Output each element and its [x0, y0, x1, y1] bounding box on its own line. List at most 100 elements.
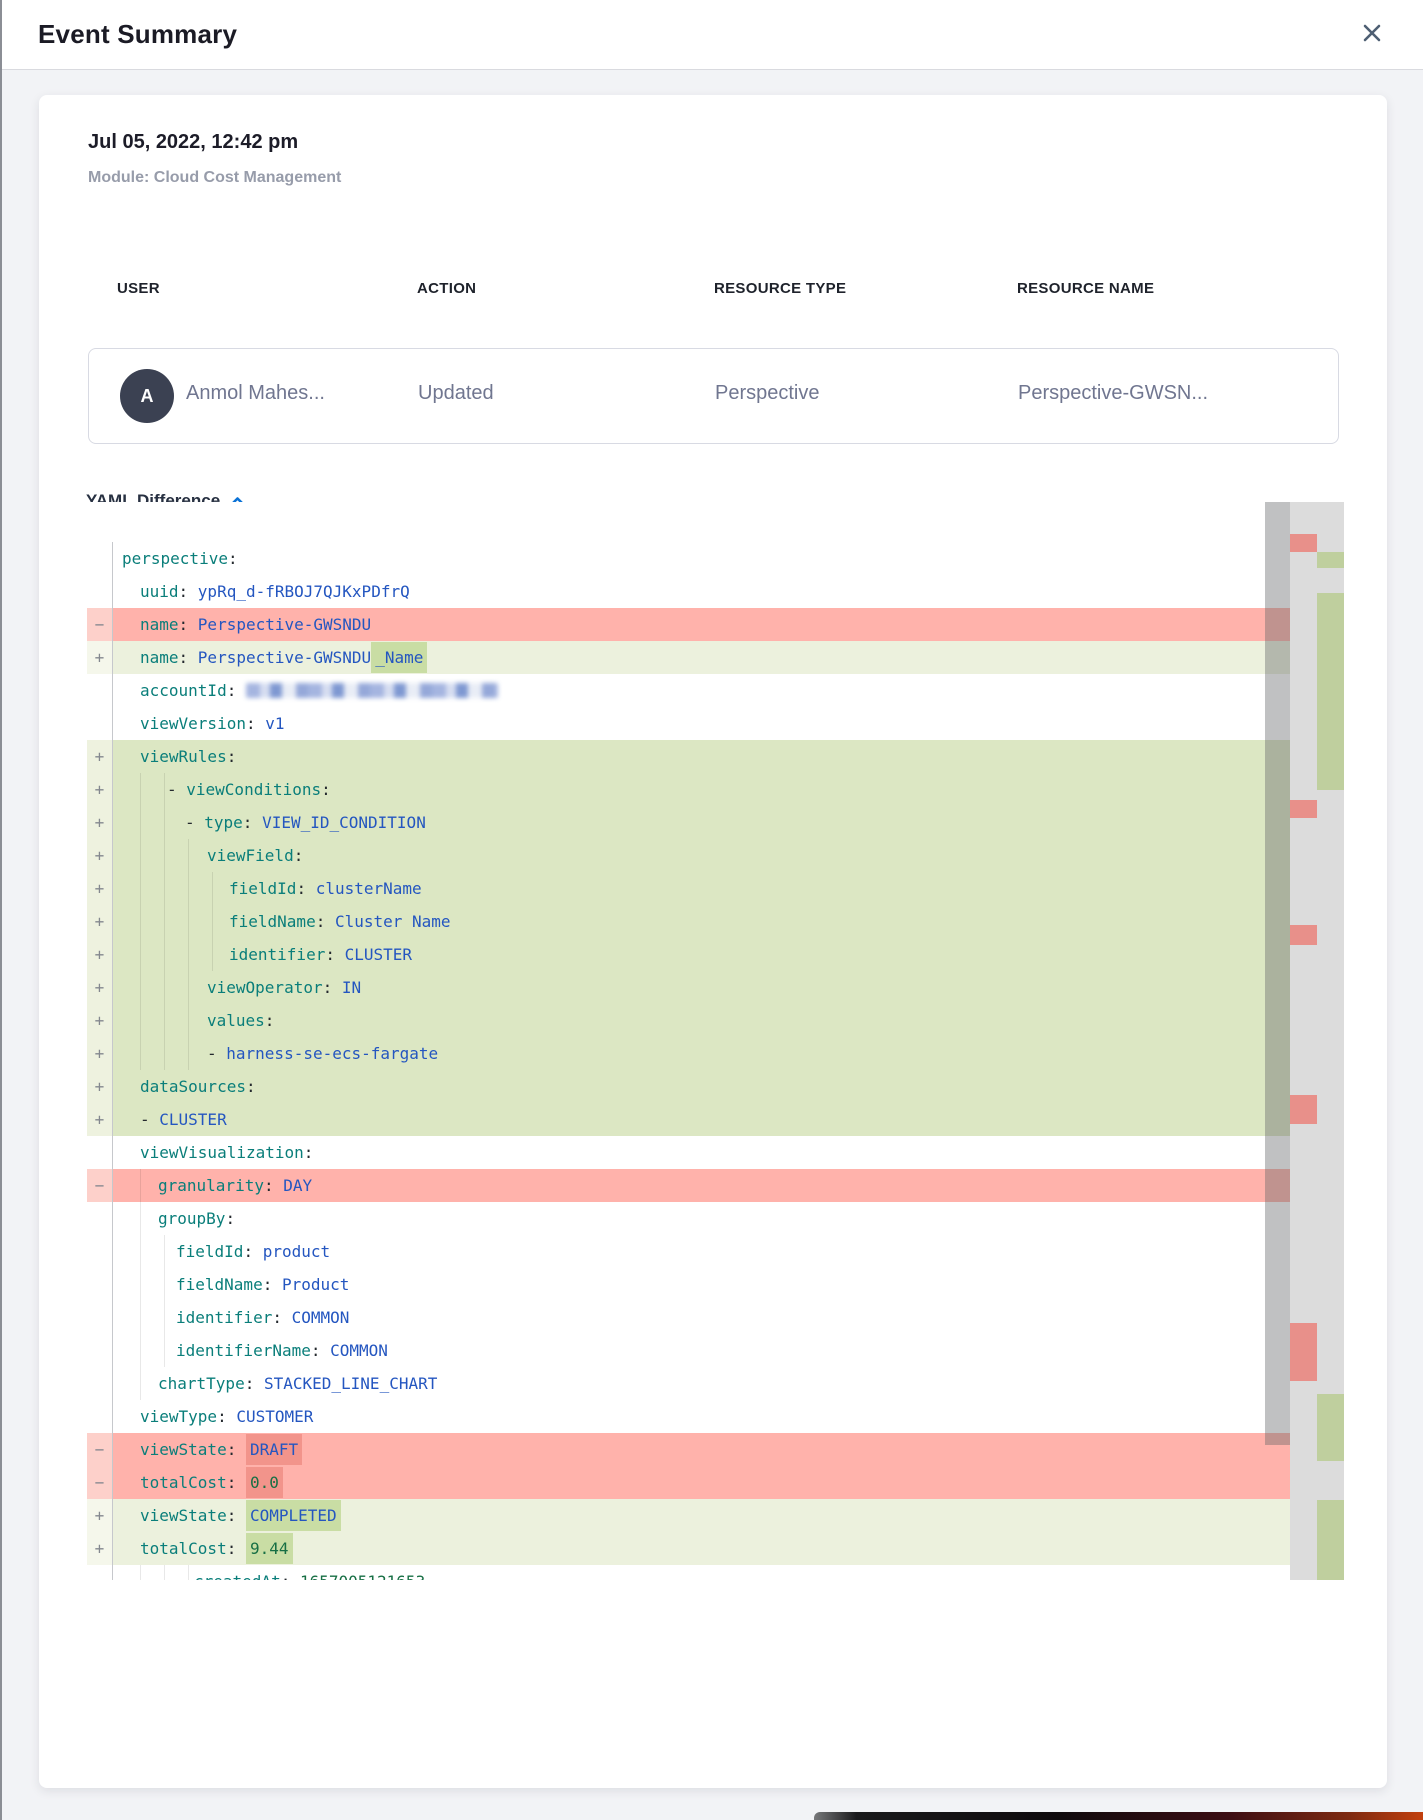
- diff-line-code: dataSources:: [112, 1070, 1290, 1103]
- diff-line: groupBy:: [87, 1202, 1290, 1235]
- yaml-colon: :: [227, 1473, 246, 1492]
- yaml-value: Perspective-GWSNDU: [198, 615, 371, 634]
- yaml-colon: :: [179, 648, 198, 667]
- diff-line-sign: −: [87, 608, 112, 641]
- yaml-value: COMMON: [330, 1341, 388, 1360]
- yaml-colon: :: [264, 1176, 283, 1195]
- yaml-key: totalCost: [140, 1473, 227, 1492]
- diff-line: +fieldId: clusterName: [87, 872, 1290, 905]
- yaml-key: fieldId: [229, 879, 296, 898]
- diff-line-sign: [87, 1202, 112, 1235]
- yaml-colon: :: [225, 1209, 244, 1228]
- background-window-edge: [814, 1812, 1423, 1820]
- minimap-removed-mark: [1290, 1095, 1317, 1124]
- diff-line-code: - viewConditions:: [112, 773, 1290, 806]
- minimap-added-mark: [1317, 1500, 1344, 1580]
- yaml-key: name: [140, 648, 179, 667]
- diff-line-code: name: Perspective-GWSNDU_Name: [112, 641, 1290, 674]
- col-header-resource-name: RESOURCE NAME: [1017, 280, 1154, 297]
- close-button[interactable]: [1357, 20, 1387, 50]
- diff-line-code: fieldName: Cluster Name: [112, 905, 1290, 938]
- diff-line-sign: +: [87, 1532, 112, 1565]
- diff-line-code: viewOperator: IN: [112, 971, 1290, 1004]
- diff-line: fieldName: Product: [87, 1268, 1290, 1301]
- diff-line-sign: +: [87, 641, 112, 674]
- diff-line-sign: [87, 1367, 112, 1400]
- row-resource-type: Perspective: [715, 382, 820, 405]
- yaml-colon: :: [227, 1539, 246, 1558]
- diff-line-sign: +: [87, 872, 112, 905]
- diff-line-code: - type: VIEW_ID_CONDITION: [112, 806, 1290, 839]
- diff-line: +- viewConditions:: [87, 773, 1290, 806]
- yaml-colon: :: [272, 1308, 291, 1327]
- diff-minimap[interactable]: [1290, 502, 1344, 1580]
- diff-line-sign: +: [87, 839, 112, 872]
- diff-line-code: chartType: STACKED_LINE_CHART: [112, 1367, 1290, 1400]
- yaml-key: identifier: [229, 945, 325, 964]
- yaml-key: viewType: [140, 1407, 217, 1426]
- yaml-value: CLUSTER: [345, 945, 412, 964]
- minimap-added-mark: [1317, 593, 1344, 790]
- yaml-key: granularity: [158, 1176, 264, 1195]
- diff-line-sign: [87, 1136, 112, 1169]
- diff-line-code: identifier: COMMON: [112, 1301, 1290, 1334]
- yaml-key: perspective: [122, 549, 228, 568]
- diff-line-code: identifierName: COMMON: [112, 1334, 1290, 1367]
- diff-line-code: accountId:: [112, 674, 1290, 707]
- row-action: Updated: [418, 382, 494, 405]
- diff-line-code: viewType: CUSTOMER: [112, 1400, 1290, 1433]
- yaml-colon: :: [323, 978, 342, 997]
- diff-line-sign: +: [87, 740, 112, 773]
- yaml-colon: :: [321, 780, 340, 799]
- yaml-value: STACKED_LINE_CHART: [264, 1374, 437, 1393]
- diff-line: +- CLUSTER: [87, 1103, 1290, 1136]
- yaml-colon: :: [227, 1440, 246, 1459]
- event-summary-drawer: Event Summary Jul 05, 2022, 12:42 pm Mod…: [0, 0, 1423, 1820]
- diff-line-code: viewState: DRAFT: [112, 1433, 1290, 1466]
- yaml-value: IN: [342, 978, 361, 997]
- event-module: Module: Cloud Cost Management: [88, 169, 341, 187]
- yaml-key: fieldName: [176, 1275, 263, 1294]
- yaml-key: createdAt: [194, 1572, 281, 1580]
- yaml-colon: :: [296, 879, 315, 898]
- diff-line: identifierName: COMMON: [87, 1334, 1290, 1367]
- diff-line-code: totalCost: 0.0: [112, 1466, 1290, 1499]
- diff-line: +identifier: CLUSTER: [87, 938, 1290, 971]
- close-icon: [1361, 22, 1383, 47]
- diff-line-sign: −: [87, 1466, 112, 1499]
- yaml-value: v1: [265, 714, 284, 733]
- diff-line-sign: [87, 1235, 112, 1268]
- diff-line-sign: +: [87, 971, 112, 1004]
- drawer-header: Event Summary: [2, 0, 1423, 70]
- diff-line: viewType: CUSTOMER: [87, 1400, 1290, 1433]
- diff-line-code: totalCost: 9.44: [112, 1532, 1290, 1565]
- diff-scrollbar-thumb[interactable]: [1265, 502, 1290, 1445]
- yaml-colon: :: [243, 1242, 262, 1261]
- col-header-resource-type: RESOURCE TYPE: [714, 280, 846, 297]
- yaml-colon: :: [294, 846, 313, 865]
- yaml-colon: :: [316, 912, 335, 931]
- col-header-action: ACTION: [417, 280, 476, 297]
- yaml-key: fieldName: [229, 912, 316, 931]
- yaml-key: chartType: [158, 1374, 245, 1393]
- yaml-value: 1657005121653: [300, 1572, 425, 1580]
- diff-line-sign: +: [87, 1004, 112, 1037]
- yaml-key: fieldId: [176, 1242, 243, 1261]
- yaml-colon: :: [281, 1572, 300, 1580]
- diff-line-sign: +: [87, 1103, 112, 1136]
- diff-line-code: viewVisualization:: [112, 1136, 1290, 1169]
- diff-line-code: uuid: ypRq_d-fRBOJ7QJKxPDfrQ: [112, 575, 1290, 608]
- yaml-value-changed: 9.44: [246, 1533, 293, 1564]
- yaml-value: DAY: [283, 1176, 312, 1195]
- diff-line-code: perspective:: [112, 542, 1290, 575]
- row-user: Anmol Mahes...: [186, 382, 325, 405]
- yaml-colon: :: [311, 1341, 330, 1360]
- yaml-key: viewRules: [140, 747, 227, 766]
- yaml-value-changed: COMPLETED: [246, 1500, 341, 1531]
- diff-line: −name: Perspective-GWSNDU: [87, 608, 1290, 641]
- row-resource-name: Perspective-GWSN...: [1018, 382, 1208, 405]
- yaml-diff-viewer[interactable]: perspective: uuid: ypRq_d-fRBOJ7QJKxPDfr…: [87, 502, 1344, 1580]
- diff-line: +viewState: COMPLETED: [87, 1499, 1290, 1532]
- yaml-key: type: [204, 813, 243, 832]
- diff-line-code: - CLUSTER: [112, 1103, 1290, 1136]
